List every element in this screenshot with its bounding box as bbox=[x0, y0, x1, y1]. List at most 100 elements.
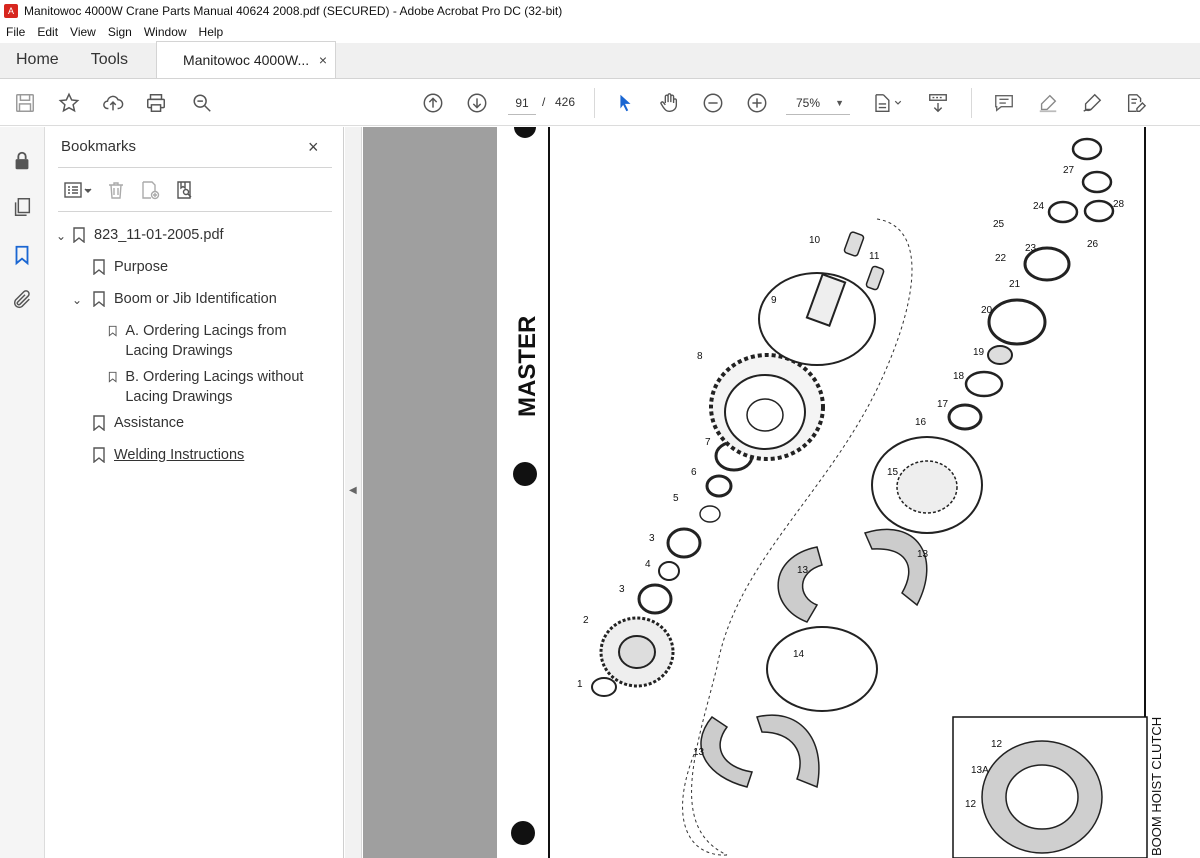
left-rail bbox=[0, 127, 45, 858]
callout-label: 25 bbox=[993, 219, 1005, 230]
bookmark-welding-instructions[interactable]: Welding Instructions bbox=[92, 445, 244, 465]
callout-label: 4 bbox=[645, 559, 651, 570]
draw-sign-icon[interactable] bbox=[1080, 91, 1104, 115]
menu-file[interactable]: File bbox=[6, 25, 25, 39]
bookmarks-header: Bookmarks bbox=[61, 138, 137, 155]
divider bbox=[58, 167, 332, 168]
bookmarks-toolbar bbox=[60, 177, 204, 203]
pages-thumbnail-icon[interactable] bbox=[10, 195, 34, 219]
callout-label: 7 bbox=[705, 437, 711, 448]
chevron-down-icon: ▼ bbox=[835, 97, 844, 108]
callout-label: 1 bbox=[577, 679, 583, 690]
bookmark-label: 823_11-01-2005.pdf bbox=[94, 227, 224, 243]
bookmark-assistance[interactable]: Assistance bbox=[92, 413, 184, 433]
close-bookmarks-button[interactable]: × bbox=[308, 137, 319, 158]
hand-tool-icon[interactable] bbox=[657, 91, 681, 115]
next-page-icon[interactable] bbox=[465, 91, 489, 115]
page-separator: / bbox=[542, 95, 546, 109]
tab-document[interactable]: Manitowoc 4000W... × bbox=[156, 41, 337, 78]
bookmark-root-file[interactable]: ⌄ 823_11-01-2005.pdf bbox=[56, 225, 224, 246]
zoom-search-icon[interactable] bbox=[190, 91, 214, 115]
acrobat-app-icon: A bbox=[4, 4, 18, 18]
bookmark-options-icon[interactable] bbox=[60, 178, 96, 202]
callout-label: 19 bbox=[973, 347, 985, 358]
callout-label: 6 bbox=[691, 467, 697, 478]
callout-label: 12 bbox=[991, 739, 1003, 750]
delete-bookmark-icon[interactable] bbox=[102, 178, 130, 202]
main-toolbar: / 426 75% ▼ bbox=[0, 80, 1200, 126]
toolbar-divider bbox=[971, 88, 972, 118]
bookmark-icon bbox=[108, 325, 117, 337]
callout-label: 27 bbox=[1063, 165, 1075, 176]
callout-label: 26 bbox=[1087, 239, 1099, 250]
chevron-down-icon[interactable]: ⌄ bbox=[56, 226, 72, 246]
zoom-out-icon[interactable] bbox=[701, 91, 725, 115]
document-viewer[interactable]: MASTER BOOM HOIST CLUTCH 1 2 3 3 4 5 6 7… bbox=[363, 127, 1200, 858]
callout-label: 10 bbox=[809, 235, 821, 246]
zoom-level-value: 75% bbox=[796, 95, 821, 110]
bookmark-label: A. Ordering Lacings from Lacing Drawings bbox=[125, 323, 287, 359]
page-number-input[interactable] bbox=[508, 91, 536, 115]
menu-help[interactable]: Help bbox=[199, 25, 224, 39]
callout-label: 13 bbox=[917, 549, 929, 560]
callout-label: 28 bbox=[1113, 199, 1125, 210]
save-icon[interactable] bbox=[13, 91, 37, 115]
star-bookmark-icon[interactable] bbox=[57, 91, 81, 115]
new-bookmark-icon[interactable] bbox=[136, 178, 164, 202]
bookmark-ordering-without-drawings[interactable]: B. Ordering Lacings without Lacing Drawi… bbox=[108, 367, 318, 407]
callout-label: 22 bbox=[995, 253, 1007, 264]
menu-view[interactable]: View bbox=[70, 25, 96, 39]
upload-cloud-icon[interactable] bbox=[101, 91, 125, 115]
tab-tools[interactable]: Tools bbox=[75, 42, 144, 78]
callout-label: 8 bbox=[697, 351, 703, 362]
bookmark-icon bbox=[93, 259, 105, 275]
callout-label: 18 bbox=[953, 371, 965, 382]
bookmark-icon bbox=[73, 227, 85, 243]
bookmark-icon bbox=[93, 415, 105, 431]
callout-label: 5 bbox=[673, 493, 679, 504]
attachment-paperclip-icon[interactable] bbox=[10, 288, 34, 312]
previous-page-icon[interactable] bbox=[421, 91, 445, 115]
zoom-in-icon[interactable] bbox=[745, 91, 769, 115]
callout-label: 9 bbox=[771, 295, 777, 306]
highlight-pen-icon[interactable] bbox=[1036, 91, 1060, 115]
menu-bar: File Edit View Sign Window Help bbox=[0, 22, 1200, 42]
collapse-arrow-icon: ◀ bbox=[349, 485, 357, 496]
callout-label: 15 bbox=[887, 467, 899, 478]
tab-bar: Home Tools Manitowoc 4000W... × bbox=[0, 41, 1200, 79]
toolbar-divider bbox=[594, 88, 595, 118]
menu-edit[interactable]: Edit bbox=[37, 25, 58, 39]
total-pages: 426 bbox=[555, 95, 576, 109]
edit-pdf-icon[interactable] bbox=[1124, 91, 1148, 115]
scroll-mode-icon[interactable] bbox=[926, 91, 950, 115]
find-bookmark-icon[interactable] bbox=[170, 178, 198, 202]
comment-icon[interactable] bbox=[992, 91, 1016, 115]
bookmark-purpose[interactable]: Purpose bbox=[92, 257, 168, 277]
zoom-level-dropdown[interactable]: 75% ▼ bbox=[786, 91, 850, 115]
chevron-down-icon[interactable]: ⌄ bbox=[72, 290, 92, 310]
callout-label: 13 bbox=[693, 747, 705, 758]
divider bbox=[58, 211, 332, 212]
print-icon[interactable] bbox=[144, 91, 168, 115]
bookmark-label: Welding Instructions bbox=[114, 447, 245, 463]
exploded-parts-drawing: MASTER BOOM HOIST CLUTCH 1 2 3 3 4 5 6 7… bbox=[511, 127, 1164, 858]
lock-icon[interactable] bbox=[10, 149, 34, 173]
bookmark-boom-jib-identification[interactable]: ⌄ Boom or Jib Identification bbox=[72, 289, 277, 310]
panel-collapse-handle[interactable]: ◀ bbox=[345, 127, 362, 858]
menu-sign[interactable]: Sign bbox=[108, 25, 132, 39]
bookmark-panel-icon[interactable] bbox=[10, 243, 34, 267]
callout-label: 3 bbox=[649, 533, 655, 544]
callout-label: 20 bbox=[981, 305, 993, 316]
close-tab-button[interactable]: × bbox=[319, 52, 327, 68]
callout-label: 14 bbox=[793, 649, 805, 660]
page-fit-icon[interactable] bbox=[870, 91, 904, 115]
select-cursor-icon[interactable] bbox=[613, 91, 637, 115]
callout-label: 2 bbox=[583, 615, 589, 626]
title-bar: A Manitowoc 4000W Crane Parts Manual 406… bbox=[0, 0, 1200, 22]
bookmark-ordering-from-drawings[interactable]: A. Ordering Lacings from Lacing Drawings bbox=[108, 321, 308, 361]
tab-home[interactable]: Home bbox=[0, 42, 75, 78]
bookmark-label: B. Ordering Lacings without Lacing Drawi… bbox=[125, 369, 304, 405]
menu-window[interactable]: Window bbox=[144, 25, 187, 39]
pdf-page: MASTER BOOM HOIST CLUTCH 1 2 3 3 4 5 6 7… bbox=[497, 127, 1200, 858]
bookmarks-panel: Bookmarks × ⌄ 823_11-01-2005.pdf Purpose… bbox=[46, 127, 344, 858]
